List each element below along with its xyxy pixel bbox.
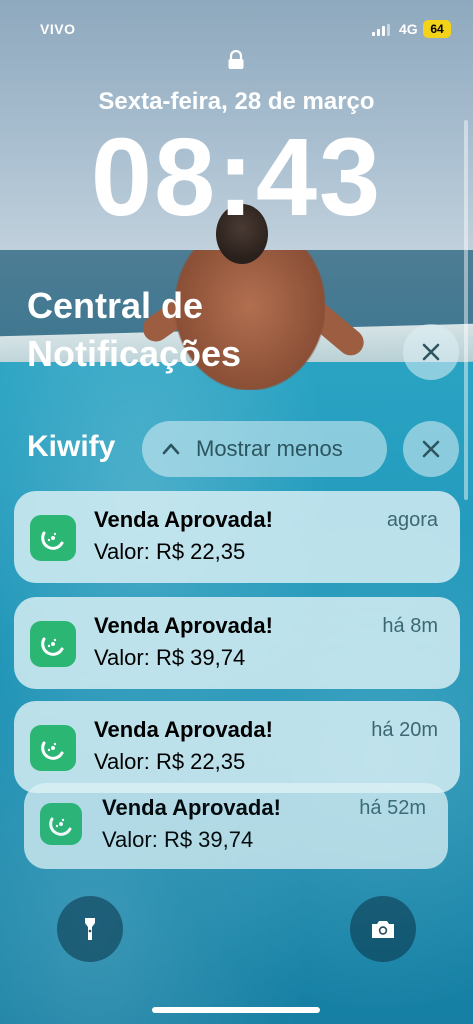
notification-body: Valor: R$ 39,74 xyxy=(94,645,246,670)
flashlight-button[interactable] xyxy=(57,896,123,962)
notification-title: Venda Aprovada! xyxy=(94,717,273,742)
kiwify-app-icon xyxy=(30,515,76,561)
notification-center-title: Central de Notificações xyxy=(27,285,242,374)
notification-body: Valor: R$ 22,35 xyxy=(94,539,246,564)
notification-card[interactable]: Venda Aprovada! Valor: R$ 39,74 há 52m xyxy=(24,783,448,869)
lock-icon xyxy=(228,50,244,69)
show-less-label: Mostrar menos xyxy=(196,436,343,461)
notification-card[interactable]: Venda Aprovada! Valor: R$ 39,74 há 8m xyxy=(14,597,460,689)
notification-card[interactable]: Venda Aprovada! Valor: R$ 22,35 agora xyxy=(14,491,460,583)
notification-body: Valor: R$ 39,74 xyxy=(102,827,254,852)
notification-title: Venda Aprovada! xyxy=(94,613,273,638)
kiwi-slice-icon xyxy=(49,817,72,836)
lock-time: 08:43 xyxy=(90,116,383,239)
clear-group-button[interactable] xyxy=(403,421,459,477)
close-icon xyxy=(422,440,440,458)
notification-card[interactable]: Venda Aprovada! Valor: R$ 22,35 há 20m xyxy=(14,701,460,793)
status-bar: VIVO 4G 64 xyxy=(0,20,473,40)
kiwi-slice-icon xyxy=(41,531,64,550)
kiwify-app-icon xyxy=(30,725,76,771)
scroll-indicator xyxy=(464,120,468,500)
notification-time: agora xyxy=(386,509,438,531)
signal-icon xyxy=(372,24,392,36)
kiwi-slice-icon xyxy=(41,741,64,760)
kiwi-slice-icon xyxy=(41,637,64,656)
notification-title: Venda Aprovada! xyxy=(94,507,273,532)
group-app-name: Kiwify xyxy=(27,430,116,463)
notification-title: Venda Aprovada! xyxy=(102,795,281,820)
kiwify-app-icon xyxy=(40,803,82,845)
battery-badge: 64 xyxy=(423,20,451,38)
chevron-up-icon xyxy=(162,443,180,455)
flashlight-icon xyxy=(85,918,95,940)
notification-time: há 20m xyxy=(371,719,438,741)
camera-icon xyxy=(372,921,394,938)
notification-time: há 8m xyxy=(382,615,438,637)
notification-time: há 52m xyxy=(359,797,426,819)
home-indicator[interactable] xyxy=(152,1007,320,1013)
show-less-button[interactable]: Mostrar menos xyxy=(142,421,387,477)
lock-date: Sexta-feira, 28 de março xyxy=(98,88,375,115)
kiwify-app-icon xyxy=(30,621,76,667)
close-icon xyxy=(422,343,440,361)
carrier-label: VIVO xyxy=(40,21,76,37)
clear-all-button[interactable] xyxy=(403,324,459,380)
network-label: 4G xyxy=(399,21,418,37)
notification-body: Valor: R$ 22,35 xyxy=(94,749,246,774)
camera-button[interactable] xyxy=(350,896,416,962)
